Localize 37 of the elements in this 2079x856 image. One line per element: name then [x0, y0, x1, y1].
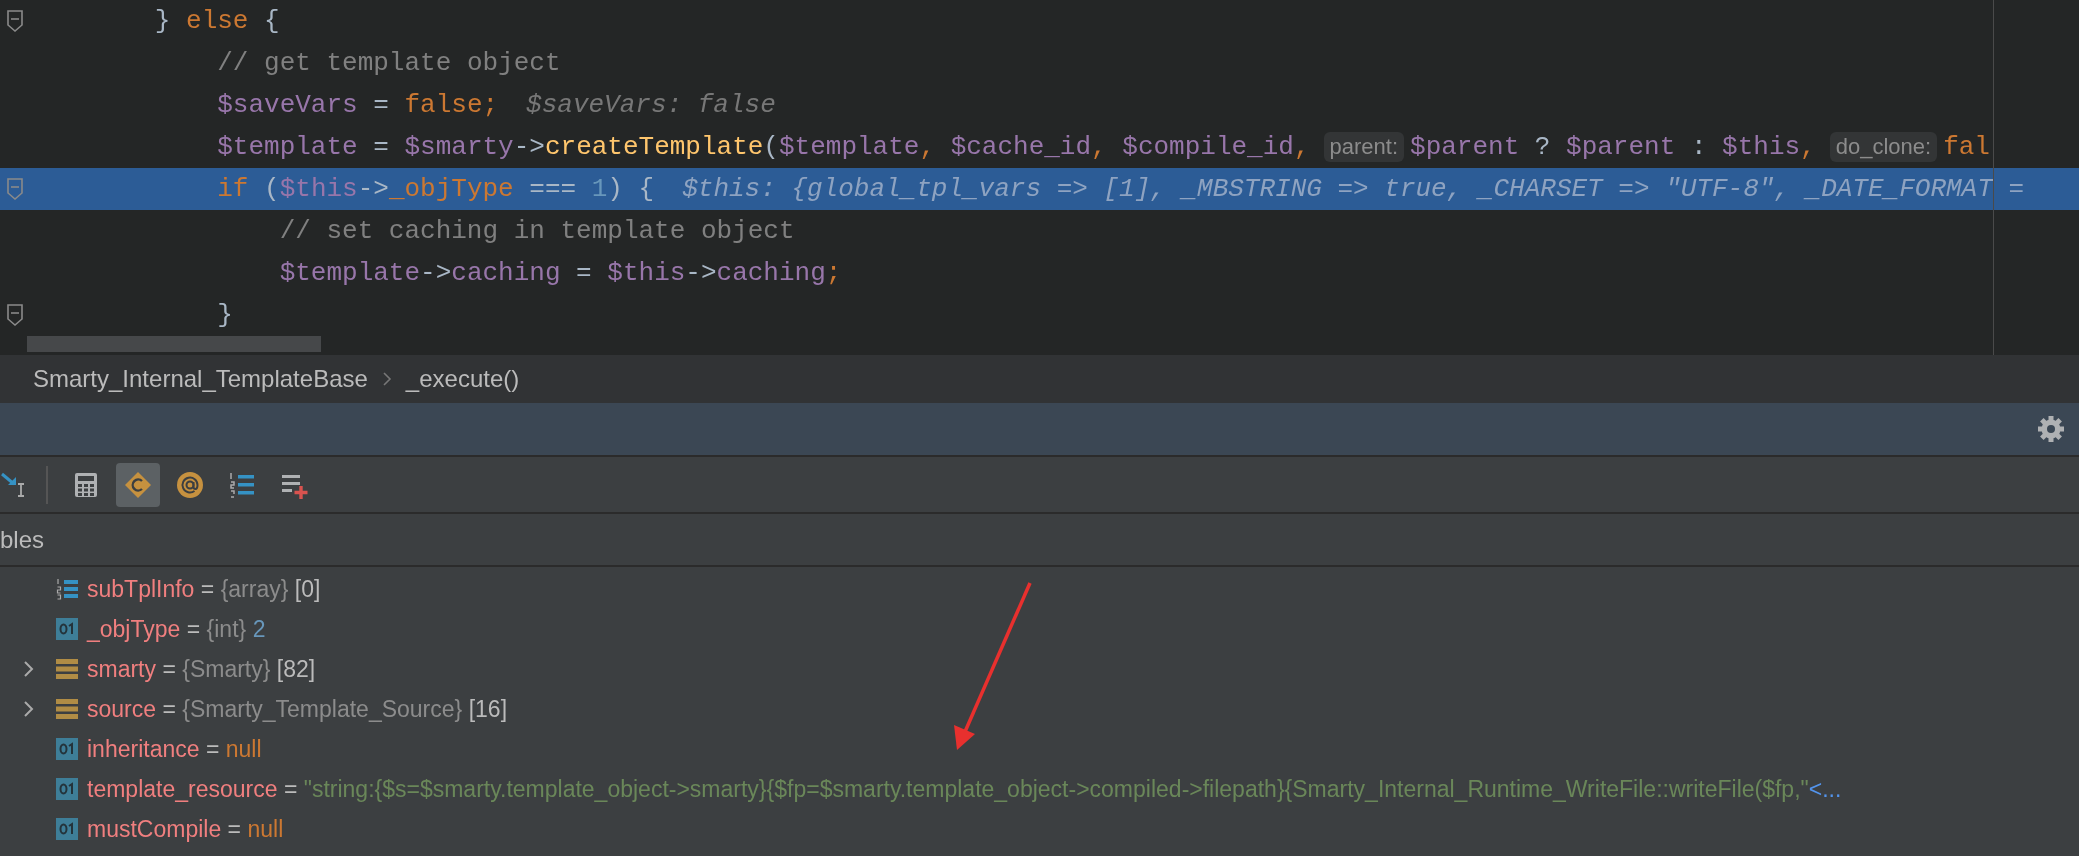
code-text: $template->caching = $this->caching;	[279, 258, 842, 288]
breadcrumb-item[interactable]: _execute()	[405, 365, 520, 393]
settings-icon[interactable]	[2037, 415, 2065, 443]
code-text: // get template object	[217, 48, 561, 78]
field-icon	[56, 818, 78, 840]
variable-entry[interactable]: subTplInfo = {array} [0]	[87, 575, 321, 603]
code-text: } else {	[154, 6, 280, 36]
fold-icon[interactable]	[5, 302, 25, 328]
panel-title: bles	[0, 525, 45, 554]
field-icon	[56, 778, 78, 800]
fold-icon[interactable]	[5, 8, 25, 34]
code-text: $saveVars = false;	[217, 90, 499, 120]
code-text: // set caching in template object	[279, 216, 795, 246]
inline-value: $this: {global_tpl_vars => [1], _MBSTRING => true, _CHARSET => "UTF-8", _DATE_FORMAT =	[682, 174, 2024, 204]
scrollbar-thumb[interactable]	[27, 336, 321, 352]
numbered-list-icon	[56, 578, 78, 600]
code-text: fal	[1943, 132, 1990, 162]
variable-entry[interactable]: smarty = {Smarty} [82]	[87, 655, 316, 683]
parameter-hint: parent:	[1323, 132, 1405, 162]
breadcrumb-item[interactable]: Smarty_Internal_TemplateBase	[33, 365, 368, 393]
class-icon[interactable]	[116, 462, 160, 507]
variable-entry[interactable]: source = {Smarty_Template_Source} [16]	[87, 695, 508, 723]
inline-value: $saveVars: false	[526, 90, 776, 120]
code-text: $template = $smarty->createTemplate($template, $cache_id, $compile_id,	[217, 132, 1310, 162]
chevron-icon	[381, 371, 392, 387]
stack-icon	[56, 658, 78, 680]
variable-entry[interactable]: _objType = {int} 2	[87, 615, 266, 643]
parameter-hint: do_clone:	[1829, 132, 1938, 162]
code-text: if ($this->_objType === 1) {	[217, 174, 655, 204]
variable-entry[interactable]: template_resource = "string:{$s=$smarty.template_object->smarty}{$fp=$smarty.template_object->compiled->filepath}{Smarty_Internal_Runtime_WriteFile::writeFile($fp,"<...	[87, 775, 1842, 803]
variable-entry[interactable]: mustCompile = null	[87, 815, 284, 843]
field-icon	[56, 618, 78, 640]
code-text: $parent ? $parent : $this,	[1410, 132, 1816, 162]
variable-entry[interactable]: inheritance = null	[87, 735, 262, 763]
stack-icon	[56, 698, 78, 720]
code-text: }	[217, 300, 233, 330]
field-icon	[56, 738, 78, 760]
